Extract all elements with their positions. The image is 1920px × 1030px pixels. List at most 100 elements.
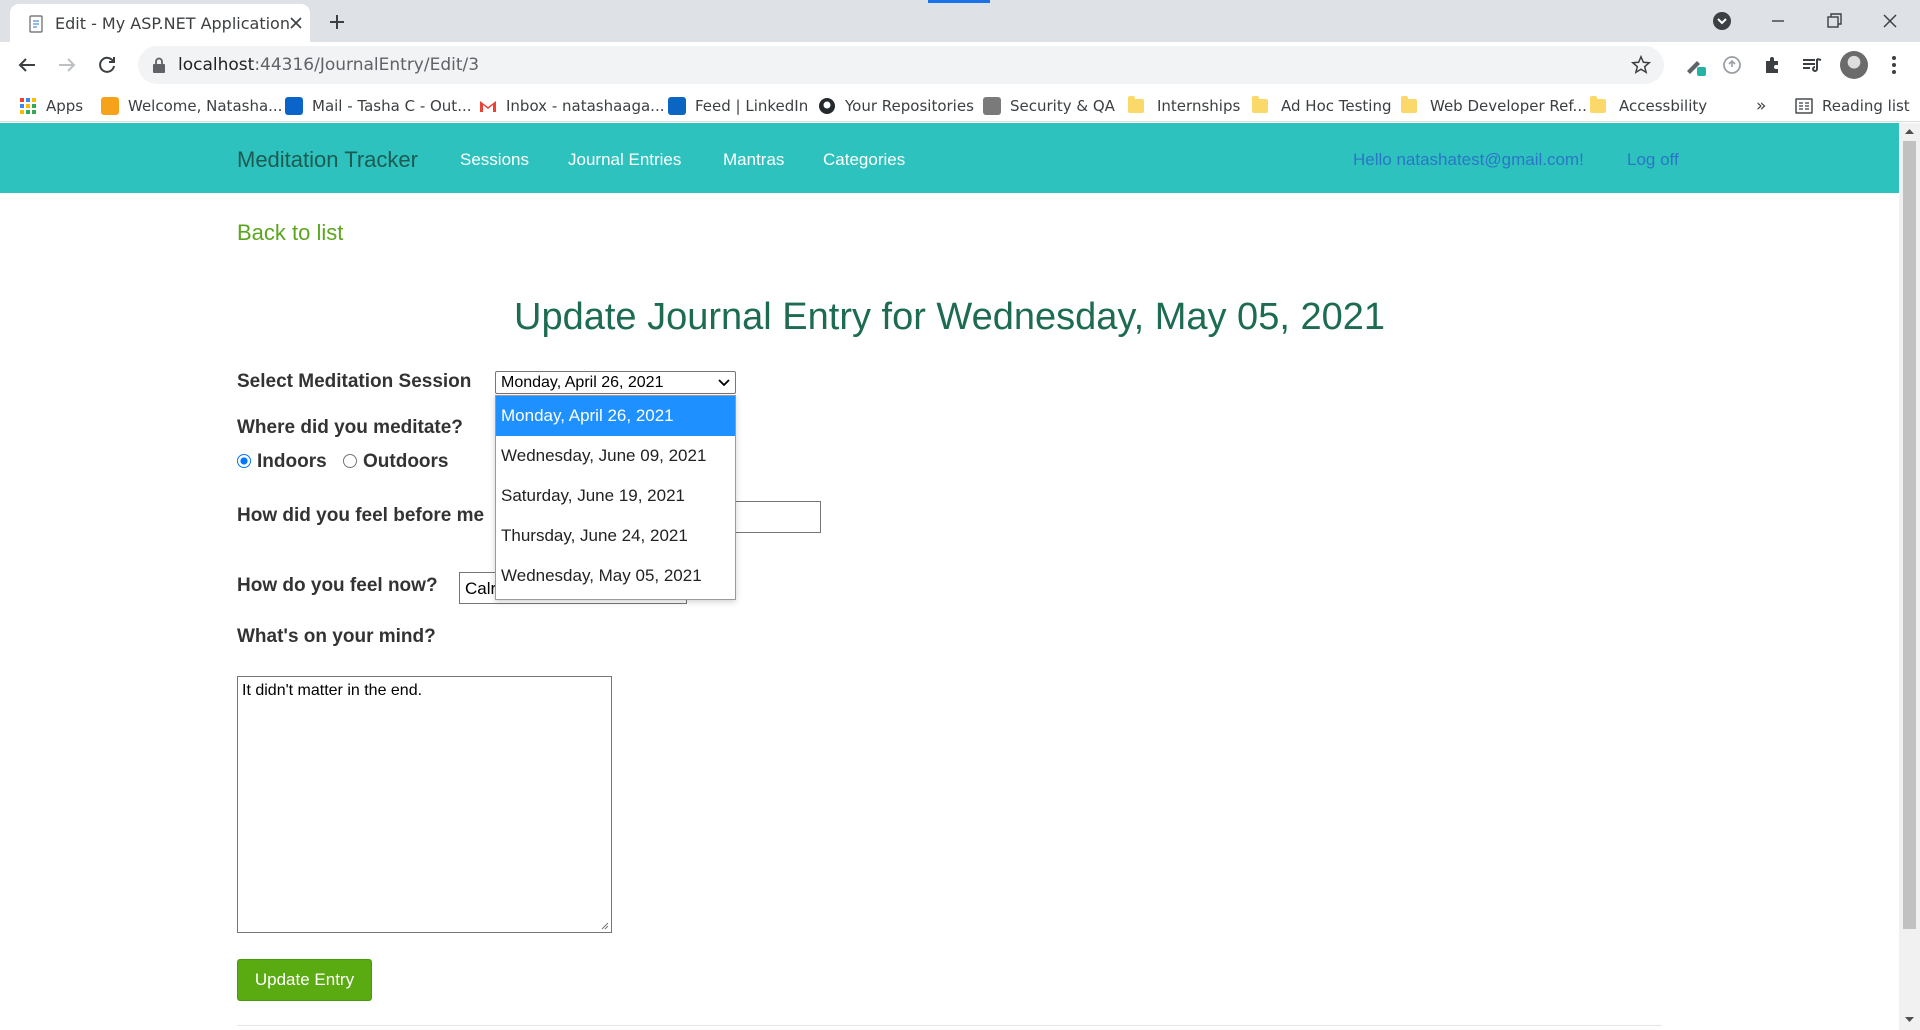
apps-grid-icon bbox=[20, 98, 36, 114]
minimize-icon[interactable] bbox=[1766, 9, 1790, 33]
page-viewport: Meditation Tracker Sessions Journal Entr… bbox=[0, 123, 1920, 1030]
scrollbar-thumb[interactable] bbox=[1903, 141, 1916, 929]
footer-divider bbox=[237, 1025, 1662, 1026]
mind-textarea[interactable]: It didn't matter in the end. bbox=[237, 676, 612, 933]
session-dropdown-list: Monday, April 26, 2021 Wednesday, June 0… bbox=[495, 395, 736, 600]
indoors-label[interactable]: Indoors bbox=[257, 451, 327, 473]
puzzle-icon[interactable] bbox=[1760, 53, 1784, 77]
bookmark-internships[interactable]: Internships bbox=[1128, 95, 1240, 117]
user-greeting-link[interactable]: Hello natashatest@gmail.com! bbox=[1353, 150, 1584, 170]
close-icon[interactable] bbox=[288, 15, 304, 31]
folder-icon bbox=[1401, 96, 1417, 113]
folder-icon bbox=[1252, 96, 1268, 113]
bookmark-label: Web Developer Ref... bbox=[1430, 97, 1587, 115]
bookmark-adhoc[interactable]: Ad Hoc Testing bbox=[1252, 95, 1392, 117]
bookmark-label: Welcome, Natasha... bbox=[128, 97, 283, 115]
restore-icon[interactable] bbox=[1822, 9, 1846, 33]
brand-link[interactable]: Meditation Tracker bbox=[237, 147, 418, 173]
folder-icon bbox=[1590, 96, 1606, 113]
outlook-icon bbox=[285, 97, 303, 115]
document-icon bbox=[29, 15, 43, 33]
url-host: localhost bbox=[178, 55, 255, 75]
bookmark-github[interactable]: Your Repositories bbox=[818, 95, 974, 117]
indoors-radio[interactable] bbox=[237, 454, 251, 468]
reading-list-icon bbox=[1795, 98, 1813, 114]
linkedin-icon bbox=[668, 97, 686, 115]
github-icon bbox=[819, 98, 835, 114]
session-option[interactable]: Thursday, June 24, 2021 bbox=[496, 516, 735, 556]
browser-window: { "browser": { "tab_title": "Edit - My A… bbox=[0, 0, 1920, 1030]
bookmark-label: Mail - Tasha C - Out... bbox=[312, 97, 472, 115]
gmail-icon bbox=[480, 101, 496, 112]
session-option[interactable]: Wednesday, June 09, 2021 bbox=[496, 436, 735, 476]
bookmark-security[interactable]: Security & QA bbox=[983, 95, 1115, 117]
tab-title: Edit - My ASP.NET Application bbox=[55, 14, 290, 33]
session-label: Select Meditation Session bbox=[237, 371, 472, 392]
logoff-link[interactable]: Log off bbox=[1627, 150, 1679, 170]
nav-categories[interactable]: Categories bbox=[823, 150, 905, 170]
session-option[interactable]: Saturday, June 19, 2021 bbox=[496, 476, 735, 516]
back-to-list-link[interactable]: Back to list bbox=[237, 220, 343, 246]
browser-tab[interactable]: Edit - My ASP.NET Application bbox=[10, 4, 310, 42]
scroll-down-icon[interactable] bbox=[1904, 1016, 1915, 1024]
folder-icon bbox=[1128, 96, 1144, 113]
forward-arrow-icon[interactable] bbox=[55, 53, 79, 77]
outdoors-radio[interactable] bbox=[343, 454, 357, 468]
bookmark-label: Feed | LinkedIn bbox=[695, 97, 809, 115]
kebab-menu-icon[interactable] bbox=[1882, 53, 1906, 77]
extension-circle-icon[interactable] bbox=[1720, 53, 1744, 77]
bookmark-label: Ad Hoc Testing bbox=[1281, 97, 1392, 115]
tab-indicator bbox=[928, 0, 990, 3]
feel-before-label: How did you feel before me bbox=[237, 505, 485, 526]
bookmark-label: Accessbility bbox=[1619, 97, 1708, 115]
page-title: Update Journal Entry for Wednesday, May … bbox=[514, 296, 1385, 338]
update-entry-button[interactable]: Update Entry bbox=[237, 959, 372, 1001]
outdoors-label[interactable]: Outdoors bbox=[363, 451, 449, 473]
browser-toolbar: localhost:44316/JournalEntry/Edit/3 bbox=[0, 42, 1920, 88]
page-scrollbar[interactable] bbox=[1899, 123, 1920, 1030]
bookmark-linkedin[interactable]: Feed | LinkedIn bbox=[668, 95, 808, 117]
nav-sessions[interactable]: Sessions bbox=[460, 150, 529, 170]
bookmark-apps[interactable]: Apps bbox=[19, 95, 83, 117]
location-label: Where did you meditate? bbox=[237, 417, 463, 438]
session-select[interactable]: Monday, April 26, 2021 bbox=[495, 371, 736, 394]
tab-strip: Edit - My ASP.NET Application bbox=[0, 0, 1920, 42]
session-option[interactable]: Monday, April 26, 2021 bbox=[496, 396, 735, 436]
bookmarks-overflow[interactable]: » bbox=[1756, 95, 1766, 117]
address-bar[interactable]: localhost:44316/JournalEntry/Edit/3 bbox=[138, 46, 1664, 84]
plus-icon[interactable] bbox=[326, 11, 348, 33]
pencil-icon bbox=[101, 97, 119, 115]
extension-pen-icon[interactable] bbox=[1683, 53, 1707, 77]
session-option[interactable]: Wednesday, May 05, 2021 bbox=[496, 556, 735, 596]
nav-journal-entries[interactable]: Journal Entries bbox=[568, 150, 681, 170]
reading-list[interactable]: Reading list bbox=[1795, 95, 1910, 117]
feel-now-value: Calr bbox=[465, 579, 497, 598]
mind-label: What's on your mind? bbox=[237, 626, 436, 647]
scroll-up-icon[interactable] bbox=[1904, 127, 1915, 135]
chevron-down-icon bbox=[718, 379, 730, 387]
bookmark-outlook[interactable]: Mail - Tasha C - Out... bbox=[285, 95, 472, 117]
feel-now-label: How do you feel now? bbox=[237, 575, 438, 596]
media-queue-icon[interactable] bbox=[1800, 53, 1824, 77]
reload-icon[interactable] bbox=[95, 53, 119, 77]
resize-grip-icon[interactable] bbox=[599, 920, 609, 930]
bookmark-label: Internships bbox=[1157, 97, 1241, 115]
security-icon bbox=[983, 97, 1001, 115]
bookmark-label: Your Repositories bbox=[845, 97, 974, 115]
mind-value: It didn't matter in the end. bbox=[242, 682, 423, 699]
back-arrow-icon[interactable] bbox=[15, 53, 39, 77]
url-text: localhost:44316/JournalEntry/Edit/3 bbox=[178, 55, 479, 75]
bookmark-welcome[interactable]: Welcome, Natasha... bbox=[101, 95, 282, 117]
bookmark-label: Apps bbox=[46, 97, 84, 115]
close-window-icon[interactable] bbox=[1878, 9, 1902, 33]
bookmark-accessibility[interactable]: Accessbility bbox=[1590, 95, 1707, 117]
bookmark-star-icon[interactable] bbox=[1630, 54, 1652, 76]
url-path: :44316/JournalEntry/Edit/3 bbox=[254, 55, 480, 75]
tab-search-icon[interactable] bbox=[1710, 9, 1734, 33]
bookmarks-bar: Apps Welcome, Natasha... Mail - Tasha C … bbox=[0, 88, 1920, 122]
nav-mantras[interactable]: Mantras bbox=[723, 150, 784, 170]
lock-icon[interactable] bbox=[152, 57, 166, 73]
profile-avatar[interactable] bbox=[1840, 51, 1868, 79]
bookmark-gmail[interactable]: Inbox - natashaaga... bbox=[479, 95, 665, 117]
bookmark-webdev[interactable]: Web Developer Ref... bbox=[1401, 95, 1587, 117]
